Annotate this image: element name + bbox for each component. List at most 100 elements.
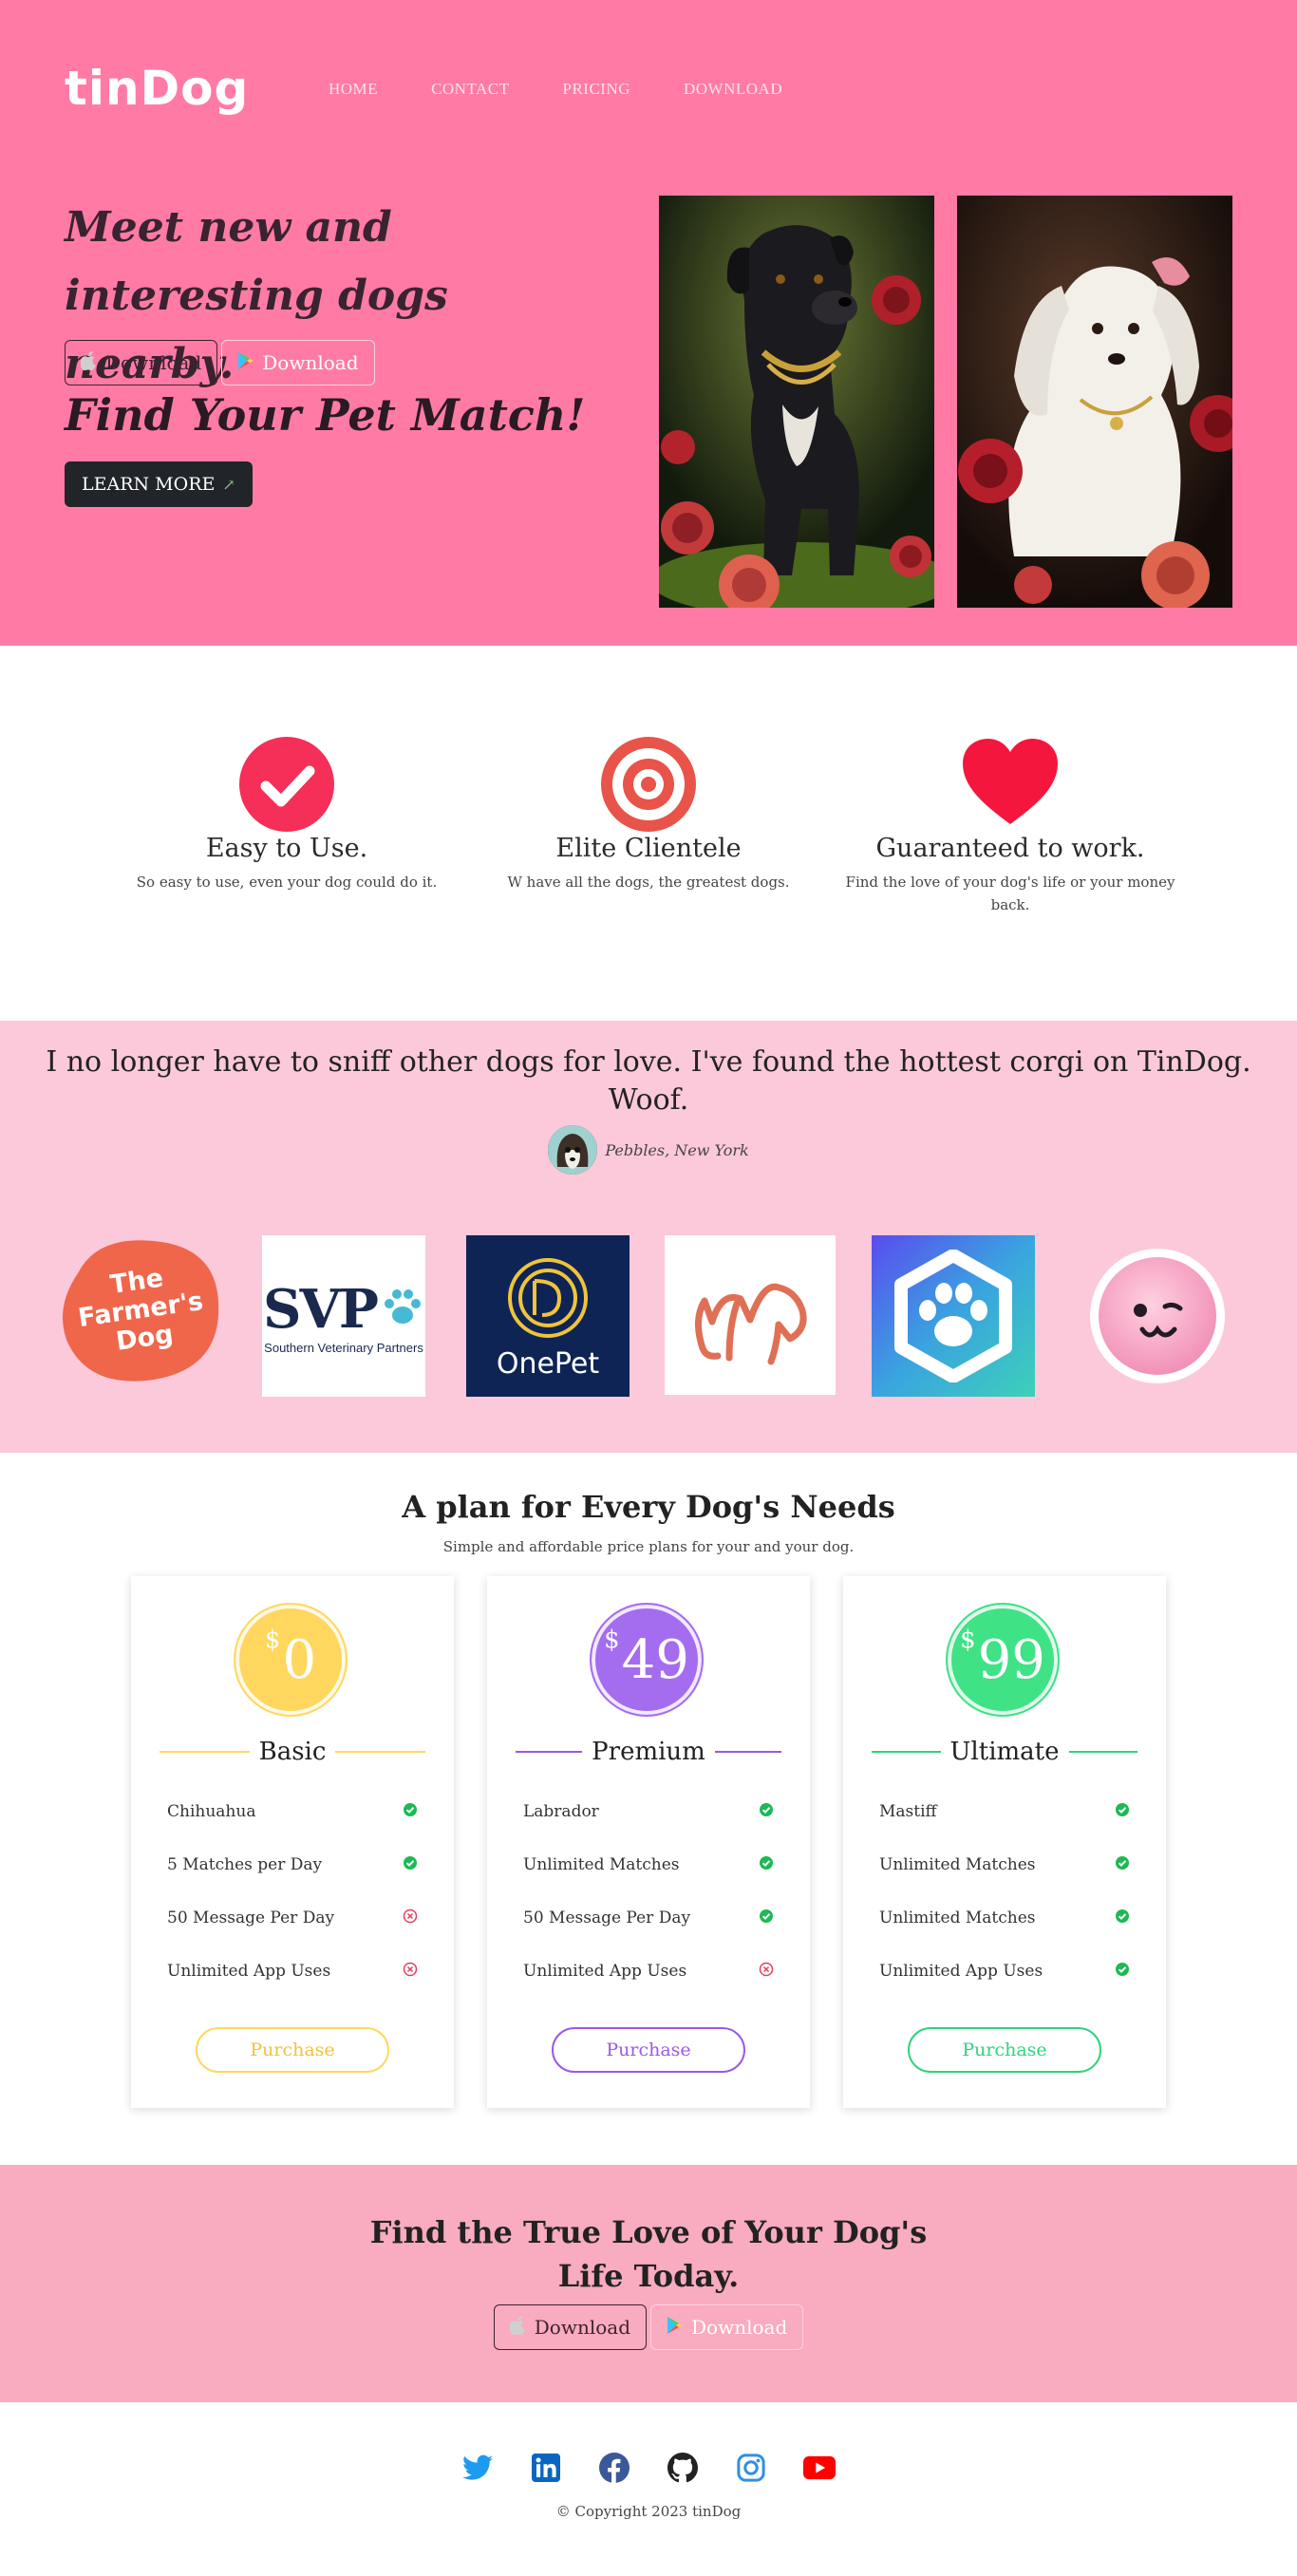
farmers-dog-logo: The Farmer's Dog	[59, 1235, 222, 1385]
twitter-icon[interactable]	[461, 2452, 494, 2484]
google-play-icon	[237, 351, 254, 375]
plan-feature-label: Unlimited App Uses	[879, 1962, 1043, 1981]
price-badge: $99	[946, 1603, 1060, 1717]
plan-name-row: Basic	[160, 1738, 426, 1766]
apple-icon	[509, 2315, 527, 2340]
testimonial-quote: I no longer have to sniff other dogs for…	[46, 1045, 1251, 1117]
plan-feature-label: 5 Matches per Day	[167, 1855, 323, 1874]
youtube-icon[interactable]	[803, 2452, 836, 2484]
check-circle-icon	[1115, 1962, 1130, 1982]
learn-more-button[interactable]: LEARN MORE ↗	[65, 461, 253, 507]
cta-section: Find the True Love of Your Dog's Life To…	[0, 2165, 1297, 2402]
purchase-ultimate-button[interactable]: Purchase	[908, 2027, 1101, 2073]
bullseye-icon	[601, 737, 696, 832]
svp-subtitle: Southern Veterinary Partners	[264, 1340, 423, 1355]
google-play-download-button[interactable]: Download	[221, 340, 375, 385]
plan-feature-list: Chihuahua 5 Matches per Day 50 Message P…	[167, 1785, 418, 1998]
check-circle-icon	[403, 1855, 418, 1875]
currency-symbol: $	[604, 1626, 620, 1654]
plan-feature: Unlimited Matches	[523, 1838, 774, 1891]
purchase-premium-button[interactable]: Purchase	[552, 2027, 745, 2073]
check-circle-icon	[1115, 1908, 1130, 1928]
black-dog-image	[659, 196, 934, 608]
footer: © Copyright 2023 tinDog	[0, 2402, 1297, 2576]
plan-feature: Unlimited App Uses	[167, 1945, 418, 1998]
plan-feature: Chihuahua	[167, 1785, 418, 1838]
plan-feature-label: Chihuahua	[167, 1802, 256, 1821]
feature-title: Elite Clientele	[555, 834, 742, 863]
plan-feature: Unlimited Matches	[879, 1891, 1130, 1945]
plan-name: Ultimate	[949, 1738, 1060, 1766]
plan-feature-label: Unlimited Matches	[879, 1908, 1036, 1927]
cta-title-line-2: Life Today.	[557, 2258, 740, 2294]
plan-feature: Labrador	[523, 1785, 774, 1838]
cta-google-play-download-label: Download	[691, 2316, 788, 2339]
avatar	[548, 1125, 598, 1175]
facebook-icon[interactable]	[598, 2452, 630, 2484]
divider	[1068, 1751, 1138, 1753]
pricing-card-basic: $0 Basic Chihuahua 5 Matches per Day 50 …	[131, 1576, 454, 2108]
price-value: 49	[621, 1628, 689, 1691]
x-circle-icon	[759, 1962, 774, 1982]
plan-feature-label: Unlimited App Uses	[167, 1962, 331, 1981]
x-circle-icon	[403, 1962, 418, 1982]
divider	[516, 1751, 583, 1753]
cta-title: Find the True Love of Your Dog's Life To…	[0, 2210, 1297, 2298]
apple-download-button[interactable]: Download	[65, 340, 218, 385]
nav-link-download[interactable]: DOWNLOAD	[684, 80, 782, 99]
cta-download-buttons: Download Download	[0, 2304, 1297, 2350]
feature-elite-clientele: Elite Clientele W have all the dogs, the…	[473, 737, 824, 893]
nav-link-pricing[interactable]: PRICING	[562, 80, 630, 99]
testimonial-section: I no longer have to sniff other dogs for…	[0, 1021, 1297, 1453]
check-circle-icon	[759, 1802, 774, 1822]
onepet-wordmark: OnePet	[496, 1346, 600, 1381]
circle-check-icon	[239, 737, 334, 832]
feature-text: Find the love of your dog's life or your…	[845, 874, 1175, 913]
pricing-card-ultimate: $99 Ultimate Mastiff Unlimited Matches U…	[843, 1576, 1166, 2108]
copyright: © Copyright 2023 tinDog	[555, 2503, 742, 2520]
plan-name-row: Premium	[516, 1738, 781, 1766]
divider	[714, 1751, 781, 1753]
price-value: 99	[977, 1628, 1045, 1691]
google-play-download-label: Download	[262, 351, 359, 374]
cta-apple-download-button[interactable]: Download	[493, 2304, 647, 2350]
instagram-icon[interactable]	[735, 2452, 767, 2484]
nav-link-contact[interactable]: CONTACT	[431, 80, 509, 99]
apple-icon	[80, 350, 98, 375]
cta-apple-download-label: Download	[534, 2316, 630, 2339]
plan-feature-label: Unlimited Matches	[523, 1855, 680, 1874]
plan-feature-list: Mastiff Unlimited Matches Unlimited Matc…	[879, 1785, 1130, 1998]
smiley-logo	[1090, 1249, 1225, 1383]
hero-subtitle: Find Your Pet Match!	[65, 389, 586, 441]
plan-feature: 50 Message Per Day	[523, 1891, 774, 1945]
check-circle-icon	[759, 1908, 774, 1928]
divider	[872, 1751, 941, 1753]
dog-outline-logo	[665, 1235, 836, 1395]
feature-text: So easy to use, even your dog could do i…	[136, 874, 438, 891]
hero-download-buttons: Download Download	[65, 340, 375, 385]
plan-name: Basic	[258, 1738, 327, 1766]
plan-feature-label: Unlimited Matches	[879, 1855, 1036, 1874]
testimonial-author-name: Pebbles, New York	[605, 1140, 749, 1159]
svp-logo: SVP Southern Veterinary Partners	[262, 1235, 425, 1397]
nav-link-home[interactable]: HOME	[329, 80, 378, 99]
price-badge: $0	[234, 1603, 348, 1717]
feature-text: W have all the dogs, the greatest dogs.	[507, 874, 790, 891]
plan-name: Premium	[592, 1738, 705, 1766]
brand-logo[interactable]: tinDog	[65, 61, 249, 116]
price-badge: $49	[590, 1603, 704, 1717]
pricing-title: A plan for Every Dog's Needs	[402, 1489, 895, 1525]
pricing-section: A plan for Every Dog's Needs Simple and …	[0, 1453, 1297, 2165]
testimonial-author: Pebbles, New York	[0, 1125, 1297, 1175]
check-circle-icon	[403, 1802, 418, 1822]
pricing-card-premium: $49 Premium Labrador Unlimited Matches 5…	[487, 1576, 810, 2108]
cta-google-play-download-button[interactable]: Download	[650, 2304, 804, 2350]
price-value: 0	[282, 1628, 317, 1691]
github-icon[interactable]	[667, 2452, 699, 2484]
check-circle-icon	[759, 1855, 774, 1875]
heart-icon	[963, 737, 1058, 832]
paw-icon	[381, 1286, 424, 1333]
linkedin-icon[interactable]	[530, 2452, 562, 2484]
purchase-basic-button[interactable]: Purchase	[196, 2027, 389, 2073]
plan-feature-label: 50 Message Per Day	[523, 1908, 691, 1927]
